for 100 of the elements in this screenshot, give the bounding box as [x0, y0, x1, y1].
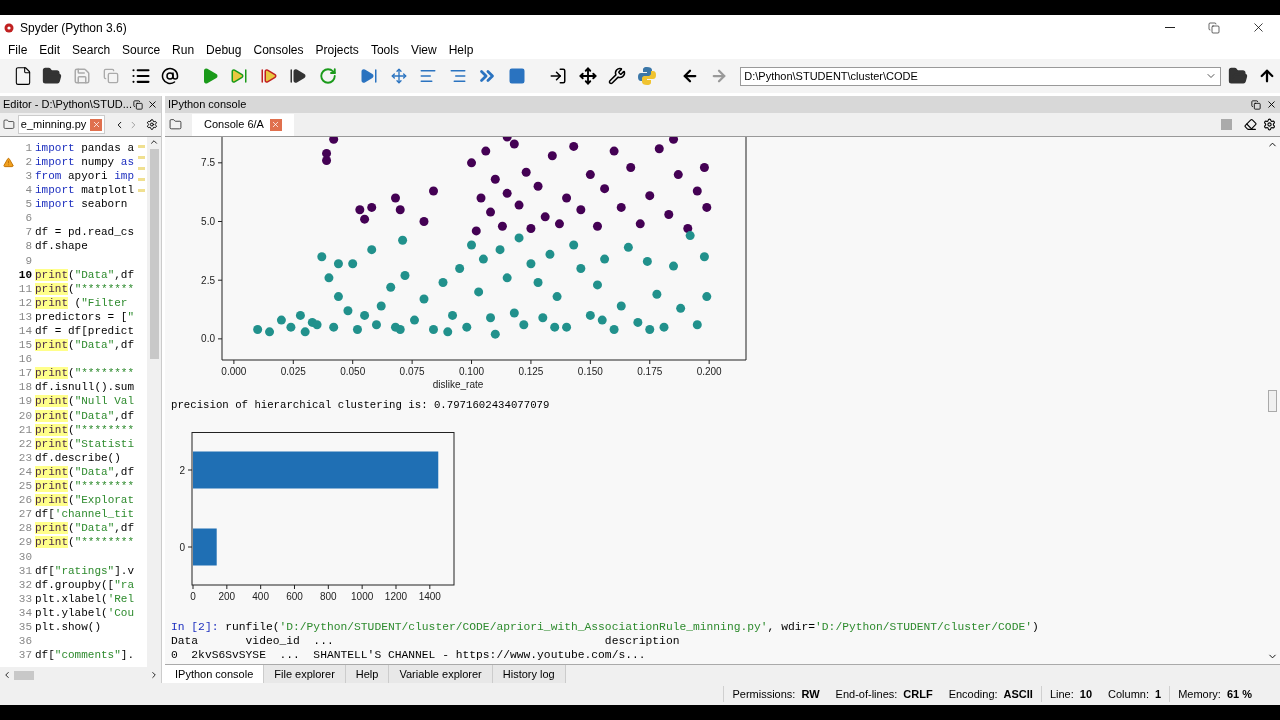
- eraser-icon[interactable]: [1244, 118, 1257, 131]
- data-point: [597, 315, 607, 325]
- data-point: [616, 301, 626, 311]
- horizontal-scrollbar[interactable]: [0, 667, 161, 683]
- code-line: df.isnull().sum: [35, 380, 135, 396]
- menu-item[interactable]: Edit: [33, 40, 67, 59]
- code-line: import numpy as: [35, 154, 135, 170]
- data-point: [322, 155, 332, 165]
- scroll-up-icon[interactable]: [149, 137, 159, 147]
- x-tick-label: 0.000: [221, 366, 247, 377]
- data-point: [367, 202, 377, 212]
- data-point: [702, 292, 712, 302]
- x-tick-label: 0.075: [399, 366, 425, 377]
- code-line: df = pd.read_cs: [35, 225, 135, 241]
- data-point: [329, 322, 339, 332]
- console-tab[interactable]: Console 6/A: [192, 113, 294, 136]
- data-point: [343, 306, 353, 316]
- line-number: 36: [17, 634, 32, 650]
- folder-icon: [3, 118, 15, 131]
- status-label: Encoding:: [948, 686, 998, 702]
- data-point: [554, 219, 564, 229]
- line-number: 27: [17, 507, 32, 523]
- pane-tab[interactable]: IPython console: [165, 665, 265, 683]
- settings-icon[interactable]: [146, 118, 158, 131]
- data-point: [419, 294, 429, 304]
- menu-item[interactable]: Projects: [309, 40, 365, 59]
- tab-close-icon[interactable]: [269, 118, 282, 131]
- status-value: 61 %: [1226, 686, 1252, 702]
- data-point: [360, 310, 370, 320]
- data-point: [669, 137, 678, 144]
- pane-title: IPython console: [168, 97, 247, 113]
- y-tick-label: 0.0: [201, 333, 215, 345]
- x-axis-label: dislike_rate: [432, 379, 484, 390]
- menu-item[interactable]: Debug: [200, 40, 248, 59]
- data-point: [562, 322, 572, 332]
- console-output: precision of hierarchical clustering is: 0.7971602434077079: [171, 399, 551, 412]
- path-field[interactable]: D:\Python\STUDENT\cluster\CODE: [740, 66, 1222, 86]
- menu-item[interactable]: Consoles: [247, 40, 310, 59]
- data-point: [286, 322, 296, 332]
- line-number: 10: [17, 267, 32, 283]
- data-point: [635, 219, 645, 229]
- data-point: [533, 278, 543, 288]
- line-number: 15: [17, 338, 32, 354]
- menu-item[interactable]: Tools: [364, 40, 405, 59]
- pane-tab[interactable]: Variable explorer: [389, 665, 493, 683]
- x-tick-label: 0.200: [696, 366, 722, 377]
- settings-icon[interactable]: [1263, 118, 1276, 131]
- line-number: 2: [24, 154, 32, 170]
- data-point: [659, 322, 669, 332]
- pane-tab[interactable]: History log: [492, 665, 566, 683]
- x-tick-label: 0.050: [340, 366, 366, 377]
- menu-item[interactable]: Search: [66, 40, 117, 59]
- code-line: print("********: [35, 535, 135, 551]
- file-tab[interactable]: e_minning.py: [17, 115, 106, 134]
- vertical-scrollbar[interactable]: [147, 137, 161, 667]
- line-number: 28: [17, 521, 32, 537]
- scrollbar-thumb[interactable]: [1268, 389, 1277, 412]
- scroll-right-icon[interactable]: [149, 670, 159, 680]
- data-point: [367, 245, 377, 255]
- data-point: [352, 325, 362, 334]
- data-point: [474, 287, 484, 297]
- menu-item[interactable]: Source: [116, 40, 167, 59]
- data-point: [514, 200, 524, 210]
- scrollbar-thumb[interactable]: [14, 670, 34, 680]
- data-point: [585, 170, 595, 180]
- scroll-left-icon[interactable]: [2, 670, 12, 680]
- code-line: print("********: [35, 366, 135, 382]
- data-point: [699, 252, 709, 262]
- undock-icon: [133, 99, 143, 110]
- data-point: [673, 170, 683, 180]
- line-number: 7: [24, 225, 32, 241]
- line-number: 33: [17, 591, 32, 607]
- data-point: [348, 259, 358, 269]
- data-point: [645, 325, 655, 334]
- x-tick-label: 1200: [384, 591, 408, 602]
- y-tick-label: 0: [179, 541, 185, 553]
- menu-item[interactable]: View: [404, 40, 443, 59]
- menu-item[interactable]: Run: [166, 40, 201, 59]
- code-line: plt.xlabel('Rel: [35, 591, 135, 607]
- data-point: [645, 191, 655, 201]
- code-line: print("Statisti: [35, 436, 135, 452]
- data-point: [317, 252, 327, 262]
- menu-item[interactable]: File: [2, 40, 34, 59]
- console-line: 0 2kvS6SvSYSE ... SHANTELL'S CHANNEL - https://www.youtube.com/s...: [171, 648, 647, 662]
- data-point: [400, 271, 410, 280]
- close-icon: [147, 99, 158, 110]
- data-point: [623, 242, 633, 252]
- data-point: [322, 148, 332, 158]
- x-tick-label: 0: [190, 591, 196, 602]
- data-point: [490, 174, 500, 184]
- pane-tab[interactable]: Help: [345, 665, 390, 683]
- status-value: RW: [801, 686, 820, 702]
- tab-close-icon[interactable]: [90, 118, 103, 131]
- data-point: [486, 207, 496, 217]
- menu-item[interactable]: Help: [442, 40, 480, 59]
- pane-tab[interactable]: File explorer: [264, 665, 346, 683]
- scrollbar-thumb[interactable]: [149, 149, 159, 359]
- data-point: [360, 214, 370, 224]
- code-line: predictors = [": [35, 309, 135, 325]
- x-tick-label: 0.150: [577, 366, 603, 377]
